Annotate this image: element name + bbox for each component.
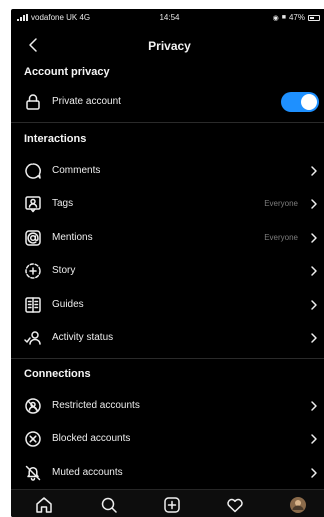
connections-item-blocked[interactable]: Blocked accounts xyxy=(11,424,324,454)
tags-label: Tags xyxy=(52,198,74,209)
connections-item-muted[interactable]: Muted accounts xyxy=(11,458,324,488)
tag-person-icon xyxy=(23,194,43,214)
private-account-row[interactable]: Private account xyxy=(11,87,324,117)
chevron-right-icon xyxy=(309,400,319,412)
chevron-right-icon xyxy=(309,232,319,244)
toggle-knob xyxy=(301,94,317,110)
tab-new-post[interactable] xyxy=(161,494,183,516)
chevron-right-icon xyxy=(309,265,319,277)
new-post-icon xyxy=(164,497,180,513)
activity-status-icon xyxy=(23,328,43,348)
page-title: Privacy xyxy=(148,39,191,53)
mention-at-icon xyxy=(23,228,43,248)
comments-label: Comments xyxy=(52,165,101,176)
tab-search[interactable] xyxy=(98,494,120,516)
activity-status-label: Activity status xyxy=(52,332,114,343)
status-bar: vodafone UK 4G 14:54 ◉ ■ 47% xyxy=(11,9,324,27)
guides-label: Guides xyxy=(52,299,84,310)
interactions-item-mentions[interactable]: Mentions Everyone xyxy=(11,223,324,253)
restricted-accounts-label: Restricted accounts xyxy=(52,400,140,411)
interactions-item-story[interactable]: Story xyxy=(11,256,324,286)
divider xyxy=(11,122,324,123)
mentions-value: Everyone xyxy=(264,233,298,242)
story-label: Story xyxy=(52,265,76,276)
chevron-right-icon xyxy=(309,467,319,479)
status-right: ◉ ■ 47% xyxy=(273,13,320,22)
home-icon xyxy=(36,497,52,513)
location-icon: ◉ xyxy=(272,14,279,22)
private-account-label: Private account xyxy=(52,96,121,107)
activity-heart-icon xyxy=(227,498,243,513)
restricted-icon xyxy=(23,396,43,416)
private-account-toggle[interactable] xyxy=(281,92,319,112)
blocked-icon xyxy=(23,429,43,449)
chevron-right-icon xyxy=(309,332,319,344)
battery-percent: 47% xyxy=(288,13,305,22)
interactions-item-tags[interactable]: Tags Everyone xyxy=(11,189,324,219)
interactions-item-activity-status[interactable]: Activity status xyxy=(11,323,324,353)
interactions-item-comments[interactable]: Comments xyxy=(11,156,324,186)
lock-rotation-icon: ■ xyxy=(281,14,286,21)
tab-activity[interactable] xyxy=(224,494,246,516)
lock-icon xyxy=(23,92,43,112)
interactions-item-guides[interactable]: Guides xyxy=(11,290,324,320)
section-title-connections: Connections xyxy=(24,368,91,380)
chevron-right-icon xyxy=(309,165,319,177)
tags-value: Everyone xyxy=(264,199,298,208)
battery-icon xyxy=(308,14,320,21)
mentions-label: Mentions xyxy=(52,232,93,243)
connections-item-restricted[interactable]: Restricted accounts xyxy=(11,391,324,421)
divider xyxy=(11,358,324,359)
section-title-interactions: Interactions xyxy=(24,133,87,145)
comment-bubble-icon xyxy=(23,161,43,181)
chevron-right-icon xyxy=(309,198,319,210)
search-icon xyxy=(101,497,117,513)
muted-bell-icon xyxy=(23,463,43,483)
muted-accounts-label: Muted accounts xyxy=(52,467,123,478)
nav-header: Privacy xyxy=(11,27,324,63)
tab-bar xyxy=(11,489,324,517)
section-title-account-privacy: Account privacy xyxy=(24,66,110,78)
tab-profile[interactable] xyxy=(287,494,309,516)
story-add-icon xyxy=(23,261,43,281)
blocked-accounts-label: Blocked accounts xyxy=(52,433,131,444)
privacy-screen: vodafone UK 4G 14:54 ◉ ■ 47% Privacy Acc… xyxy=(11,9,324,517)
guides-icon xyxy=(23,295,43,315)
profile-avatar xyxy=(290,497,306,513)
chevron-right-icon xyxy=(309,433,319,445)
chevron-right-icon xyxy=(309,299,319,311)
tab-home[interactable] xyxy=(33,494,55,516)
